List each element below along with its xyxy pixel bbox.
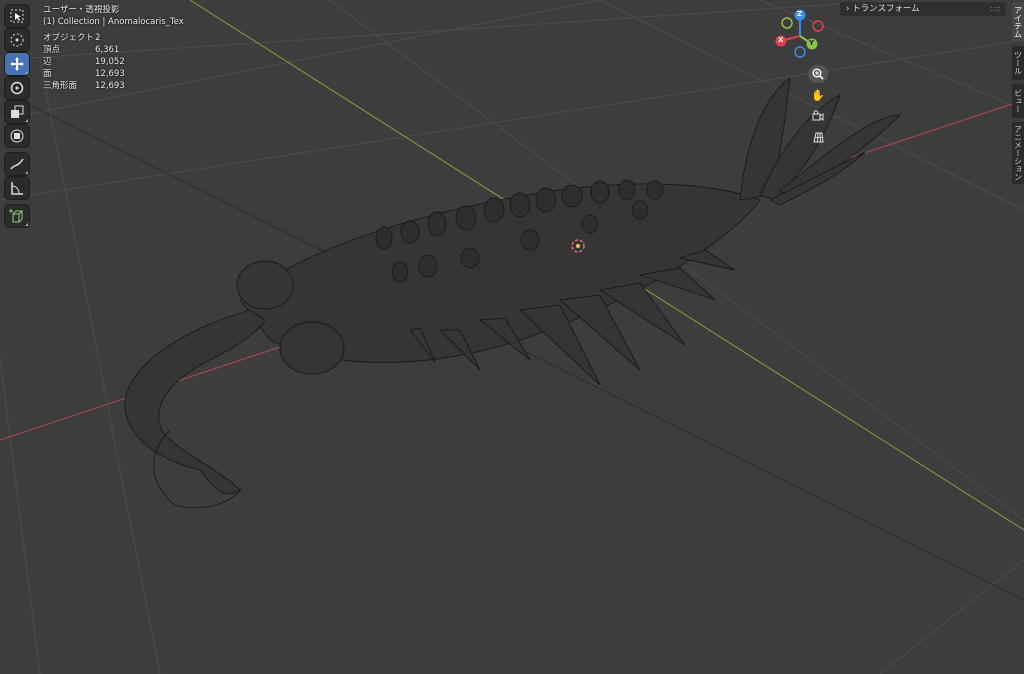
tab-animation-label: アニメーション	[1013, 125, 1023, 181]
tab-view[interactable]: ビュー	[1012, 84, 1024, 118]
cursor-tool[interactable]	[5, 29, 29, 51]
stat-value: 2	[95, 33, 101, 43]
stat-label: 面	[43, 69, 52, 79]
tool-shelf	[5, 5, 31, 229]
transform-panel-title: トランスフォーム	[852, 4, 920, 14]
transform-tool[interactable]	[5, 125, 29, 147]
viewport-navigation-buttons: ✋	[808, 65, 830, 149]
3d-viewport[interactable]: ユーザー・透視投影 (1) Collection | Anomalocaris_…	[0, 0, 1024, 674]
collection-label: (1) Collection | Anomalocaris_Tex	[43, 17, 184, 27]
stat-row: 三角形面 12,693	[43, 80, 184, 92]
scene-statistics: オブジェクト 2 頂点 6,361 辺 19,052 面 12,693 三角形面 12,6…	[43, 32, 184, 92]
tool-options-corner	[25, 223, 28, 226]
zoom-button[interactable]	[808, 65, 828, 83]
ortho-grid-icon	[813, 132, 824, 143]
viewport-info-overlay: ユーザー・透視投影 (1) Collection | Anomalocaris_…	[43, 4, 184, 92]
gizmo-y-label: Y	[809, 39, 815, 47]
stat-value: 12,693	[95, 81, 125, 91]
chevron-right-icon: ›	[846, 4, 850, 14]
tab-item-label: アイテム	[1013, 6, 1023, 38]
sidebar-tabs: アイテム ツール ビュー アニメーション	[1012, 0, 1024, 674]
stat-label: 頂点	[43, 45, 61, 55]
viewport-canvas[interactable]	[0, 0, 1024, 674]
stat-row: 面 12,693	[43, 68, 184, 80]
anomalocaris-mesh[interactable]	[124, 77, 902, 509]
measure-tool[interactable]	[5, 177, 29, 199]
zoom-icon	[812, 68, 824, 80]
move-icon	[10, 57, 24, 71]
annotate-tool[interactable]	[5, 153, 29, 175]
tool-options-corner	[25, 119, 28, 122]
view-name: ユーザー・透視投影	[43, 5, 120, 15]
stat-label: 辺	[43, 57, 52, 67]
annotate-icon	[10, 158, 24, 170]
scale-icon	[11, 105, 24, 118]
stat-value: 6,361	[95, 45, 120, 55]
stat-value: 19,052	[95, 57, 125, 67]
tab-view-label: ビュー	[1013, 89, 1023, 113]
select-box-icon	[10, 9, 24, 23]
add-cube-icon	[9, 209, 24, 223]
ortho-toggle-button[interactable]	[808, 128, 828, 146]
stat-row: 辺 19,052	[43, 56, 184, 68]
transform-icon	[10, 129, 24, 143]
gizmo-x-label: X	[778, 36, 784, 44]
stat-label: オブジェクト	[43, 33, 95, 43]
pan-button[interactable]: ✋	[808, 86, 828, 104]
scale-tool[interactable]	[5, 101, 29, 123]
add-cube-tool[interactable]	[5, 205, 29, 227]
drag-handle-icon[interactable]: ::::	[990, 2, 1001, 16]
cursor-icon	[10, 33, 24, 47]
pan-hand-icon: ✋	[811, 88, 825, 102]
tool-options-corner	[25, 171, 28, 174]
tab-tool-label: ツール	[1013, 51, 1023, 75]
stat-row: 頂点 6,361	[43, 44, 184, 56]
stat-value: 12,693	[95, 69, 125, 79]
gizmo-z-label: Z	[797, 10, 803, 18]
camera-icon	[812, 110, 824, 121]
select-box-tool[interactable]	[5, 5, 29, 27]
tab-animation[interactable]: アニメーション	[1012, 122, 1024, 184]
tool-options-corner	[25, 71, 28, 74]
tab-tool[interactable]: ツール	[1012, 46, 1024, 80]
move-tool[interactable]	[5, 53, 29, 75]
navigation-gizmo[interactable]: Z X Y	[772, 8, 828, 58]
tab-item[interactable]: アイテム	[1012, 2, 1024, 42]
camera-view-button[interactable]	[808, 107, 828, 125]
rotate-tool[interactable]	[5, 77, 29, 99]
stat-label: 三角形面	[43, 81, 78, 91]
rotate-icon	[10, 81, 24, 95]
transform-panel-header[interactable]: › トランスフォーム ::::	[840, 2, 1006, 16]
measure-icon	[11, 182, 23, 195]
stat-row: オブジェクト 2	[43, 32, 184, 44]
